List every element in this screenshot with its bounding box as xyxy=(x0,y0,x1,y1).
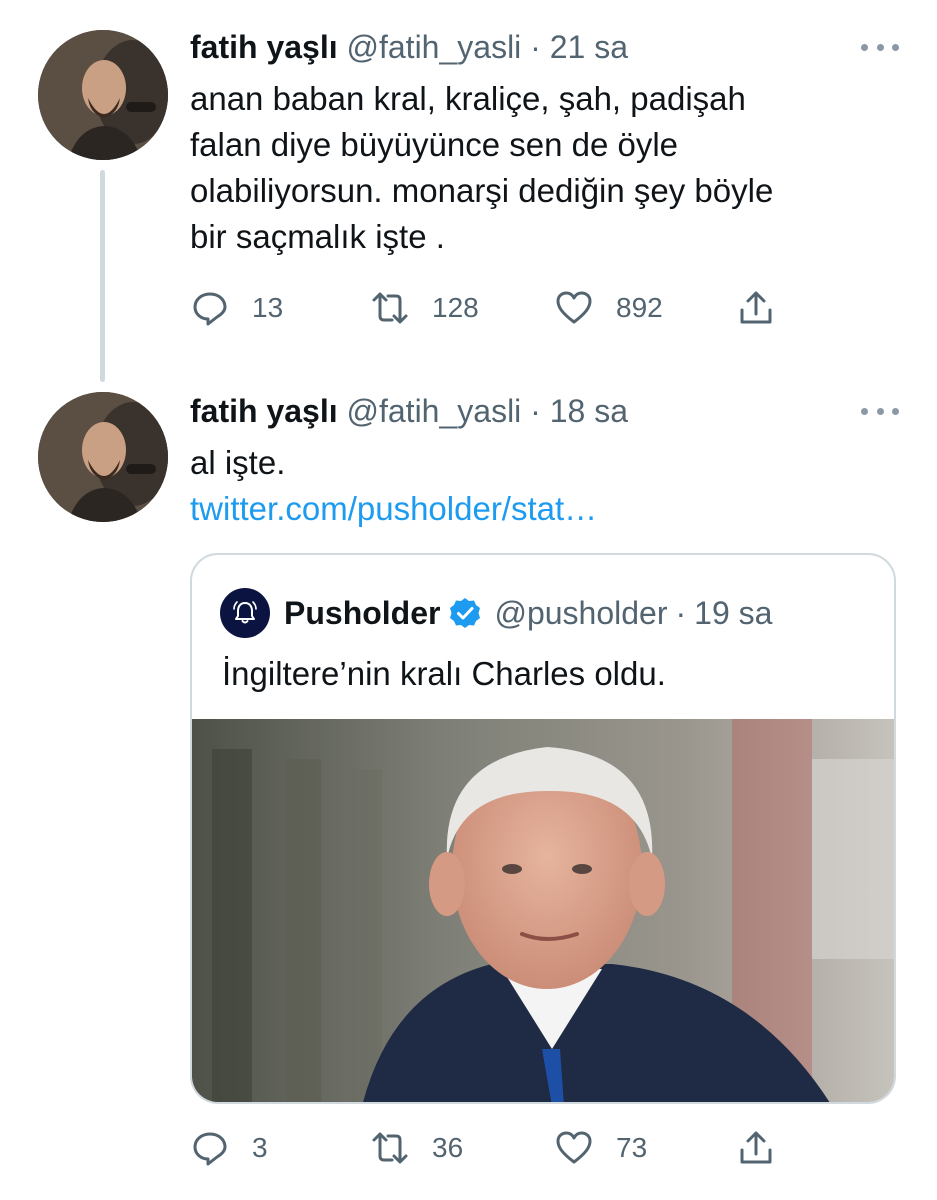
author-name[interactable]: fatih yaşlı xyxy=(190,393,338,429)
reply-icon xyxy=(193,1132,227,1166)
tweet-text: anan baban kral, kraliçe, şah, padişah f… xyxy=(190,76,773,260)
author-name[interactable]: fatih yaşlı xyxy=(190,29,338,65)
tweet-link[interactable]: twitter.com/pusholder/stat… xyxy=(190,486,597,532)
author-handle[interactable]: @fatih_yasli xyxy=(347,393,522,429)
retweet-button[interactable]: 36 xyxy=(370,1126,463,1170)
share-button[interactable] xyxy=(736,286,776,330)
reply-button[interactable]: 13 xyxy=(190,286,283,330)
quoted-tweet-text: İngiltere’nin kralı Charles oldu. xyxy=(222,655,666,692)
reply-count: 13 xyxy=(252,292,284,323)
retweet-count: 36 xyxy=(432,1132,464,1163)
avatar[interactable] xyxy=(38,30,168,160)
header-separator: · xyxy=(530,393,541,429)
bell-icon[interactable] xyxy=(220,588,270,638)
quoted-timestamp[interactable]: 19 sa xyxy=(694,595,772,632)
portrait-photo xyxy=(192,719,894,1102)
quoted-tweet-image[interactable] xyxy=(192,719,894,1102)
share-icon xyxy=(740,291,772,324)
tweet-timestamp[interactable]: 21 sa xyxy=(550,29,628,65)
retweet-button[interactable]: 128 xyxy=(370,286,479,330)
avatar-photo xyxy=(38,392,168,522)
header-separator: · xyxy=(530,29,541,65)
tweet-text-line: falan diye büyüyünce sen de öyle xyxy=(190,126,679,163)
tweet-actions: 3 36 73 xyxy=(190,1126,890,1170)
quoted-tweet[interactable]: Pusholder @pusholder · 19 sa İngiltere’n… xyxy=(190,553,896,1104)
heart-icon xyxy=(556,291,592,324)
tweet-text: al işte. twitter.com/pusholder/stat… xyxy=(190,440,597,532)
tweet-header: fatih yaşlı @fatih_yasli · 21 sa xyxy=(190,28,628,66)
heart-icon xyxy=(556,1131,592,1164)
like-button[interactable]: 73 xyxy=(554,1126,647,1170)
quoted-author-name[interactable]: Pusholder xyxy=(284,595,440,632)
avatar[interactable] xyxy=(38,392,168,522)
more-options-icon[interactable] xyxy=(855,401,905,421)
more-options-icon[interactable] xyxy=(855,37,905,57)
quoted-author-handle[interactable]: @pusholder xyxy=(494,595,667,632)
like-button[interactable]: 892 xyxy=(554,286,663,330)
thread-line xyxy=(100,170,105,382)
reply-button[interactable]: 3 xyxy=(190,1126,268,1170)
reply-icon xyxy=(193,292,227,326)
tweet-text-line: al işte. xyxy=(190,444,286,481)
tweet-timestamp[interactable]: 18 sa xyxy=(550,393,628,429)
retweet-count: 128 xyxy=(432,292,479,323)
tweet-text-line: olabiliyorsun. monarşi dediğin şey böyle xyxy=(190,172,774,209)
share-icon xyxy=(740,1131,772,1164)
tweet-header: fatih yaşlı @fatih_yasli · 18 sa xyxy=(190,392,628,430)
like-count: 892 xyxy=(616,292,663,323)
quoted-tweet-header: Pusholder @pusholder · 19 sa xyxy=(220,588,772,638)
verified-badge-icon xyxy=(450,598,481,628)
quoted-separator: · xyxy=(675,594,687,631)
tweet-text-line: bir saçmalık işte . xyxy=(190,218,445,255)
share-button[interactable] xyxy=(736,1126,776,1170)
like-count: 73 xyxy=(616,1132,648,1163)
tweet-text-line: anan baban kral, kraliçe, şah, padişah xyxy=(190,80,746,117)
avatar-photo xyxy=(38,30,168,160)
retweet-icon xyxy=(372,1132,408,1164)
reply-count: 3 xyxy=(252,1132,268,1163)
retweet-icon xyxy=(372,292,408,324)
author-handle[interactable]: @fatih_yasli xyxy=(347,29,522,65)
tweet-actions: 13 128 892 xyxy=(190,286,890,330)
